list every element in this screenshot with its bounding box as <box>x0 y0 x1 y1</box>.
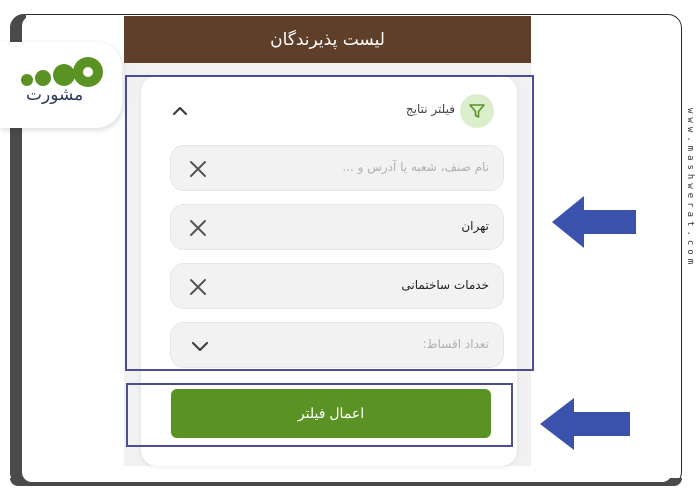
highlight-box-apply <box>126 383 513 447</box>
highlight-box-filters <box>125 75 534 371</box>
left-arrow-icon <box>552 196 636 248</box>
page-header: لیست پذیرندگان <box>124 16 531 63</box>
watermark-url: www.mashwerat.com <box>685 108 695 269</box>
page-title: لیست پذیرندگان <box>270 29 385 50</box>
left-arrow-icon <box>540 398 630 450</box>
brand-logo-text: مشورت <box>26 85 84 105</box>
